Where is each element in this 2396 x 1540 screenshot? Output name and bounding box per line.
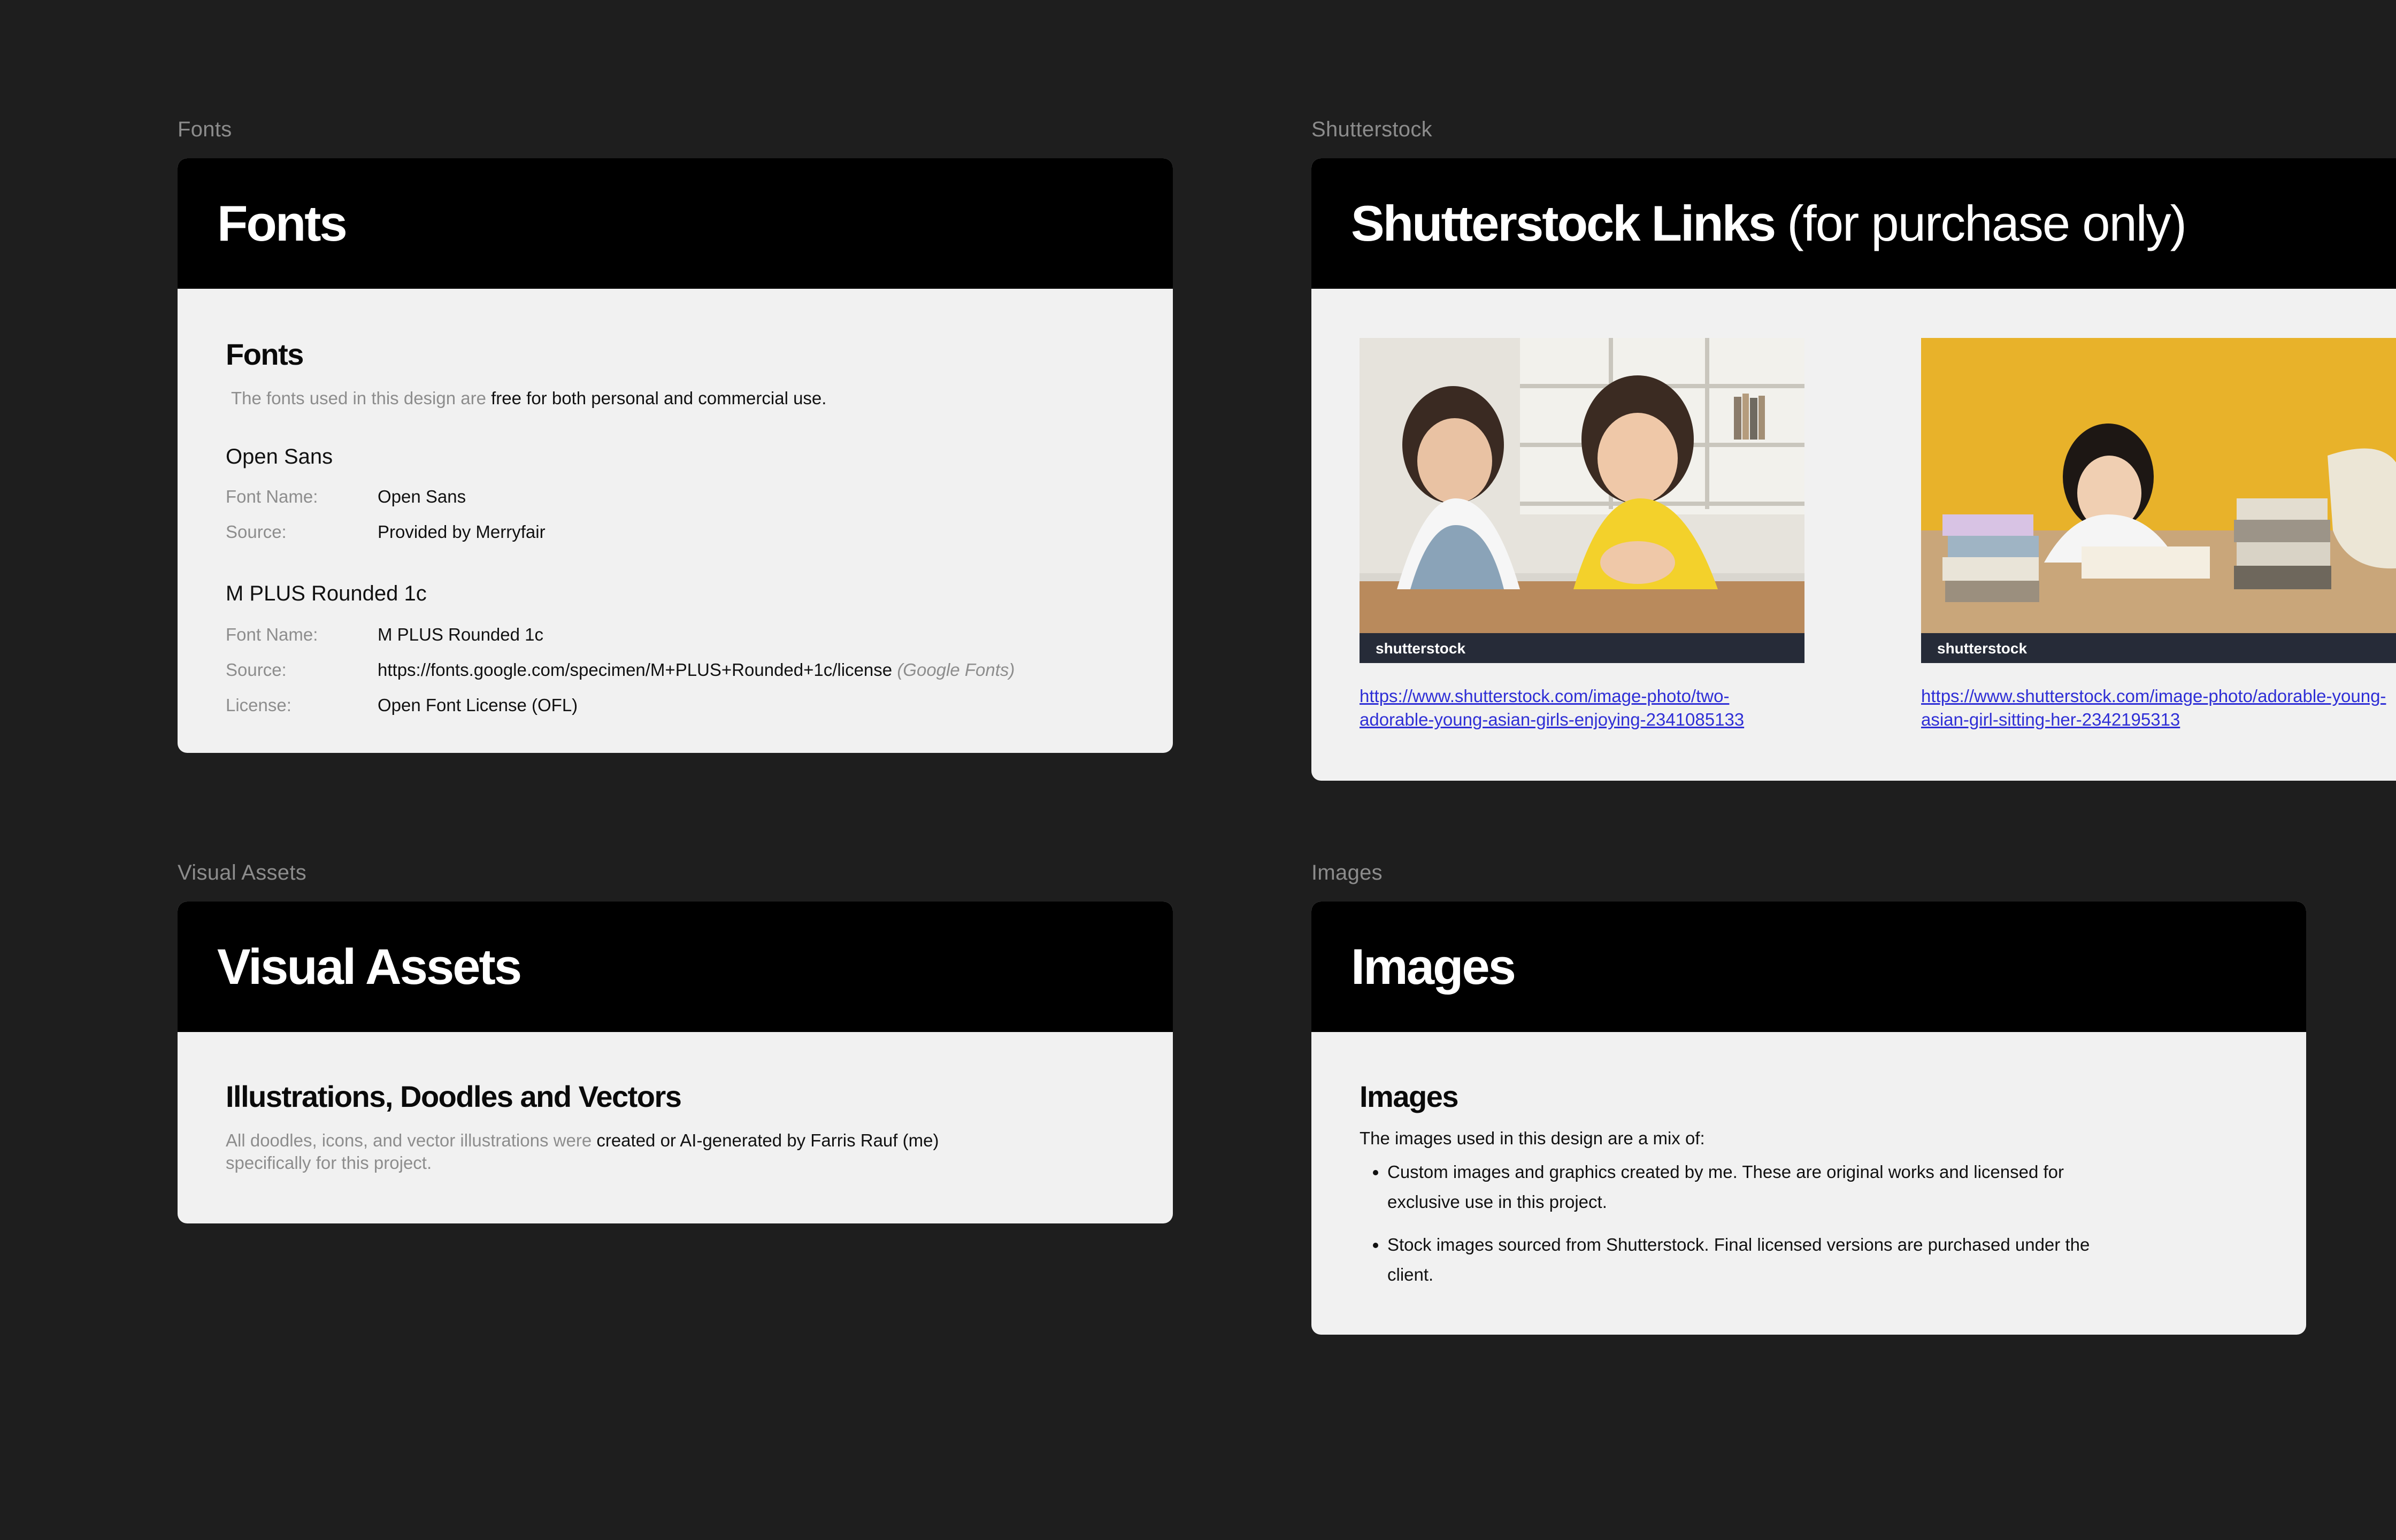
font-mplus-license-key: License: xyxy=(226,695,291,715)
photo-girl-sitting-illustration: shutterstock xyxy=(1921,338,2396,663)
font-mplus-source-value[interactable]: https://fonts.google.com/specimen/M+PLUS… xyxy=(378,660,1015,680)
stock-photo-girl-sitting[interactable]: shutterstock xyxy=(1921,338,2396,663)
font-mplus-name-value: M PLUS Rounded 1c xyxy=(378,625,544,644)
visual-assets-card-header: Visual Assets xyxy=(178,902,1173,1032)
stock-link-two-girls-line2[interactable]: adorable-young-asian-girls-enjoying-2341… xyxy=(1360,708,1744,732)
fonts-intro: The fonts used in this design are free f… xyxy=(231,388,827,408)
shutterstock-card-header: Shutterstock Links (for purchase only) xyxy=(1311,158,2396,289)
font-mplus-name-key: Font Name: xyxy=(226,625,318,644)
visual-assets-text: All doodles, icons, and vector illustrat… xyxy=(226,1130,939,1173)
images-heading: Images xyxy=(1360,1080,1459,1113)
font-open-sans-name-value: Open Sans xyxy=(378,487,466,506)
frame-label-fonts[interactable]: Fonts xyxy=(178,118,232,142)
font-open-sans-source-value: Provided by Merryfair xyxy=(378,522,546,542)
images-intro: The images used in this design are a mix… xyxy=(1360,1128,1705,1148)
photo1-brand: shutterstock xyxy=(1376,640,1465,657)
visual-assets-card-title: Visual Assets xyxy=(217,938,522,995)
images-bullet-custom: Custom images and graphics created by me… xyxy=(1387,1157,2099,1217)
stock-link-girl-sitting-line2[interactable]: asian-girl-sitting-her-2342195313 xyxy=(1921,708,2180,732)
font-mplus-license-value: Open Font License (OFL) xyxy=(378,695,578,715)
photo-two-girls-illustration: shutterstock xyxy=(1360,338,1804,663)
stock-link-two-girls-line1[interactable]: https://www.shutterstock.com/image-photo… xyxy=(1360,684,1729,708)
shutterstock-card: Shutterstock Links (for purchase only) s… xyxy=(1311,158,2396,781)
images-card-body: Images The images used in this design ar… xyxy=(1311,1032,2306,1335)
fonts-card-title: Fonts xyxy=(217,195,348,251)
font-open-sans-source-key: Source: xyxy=(226,522,287,542)
font-mplus-heading: M PLUS Rounded 1c xyxy=(226,582,427,605)
frame-label-images[interactable]: Images xyxy=(1311,861,1383,885)
visual-assets-heading: Illustrations, Doodles and Vectors xyxy=(226,1080,682,1113)
fonts-card-header: Fonts xyxy=(178,158,1173,289)
font-mplus-source-key: Source: xyxy=(226,660,287,680)
fonts-heading: Fonts xyxy=(226,337,304,371)
shutterstock-card-body: shutterstock https://www.shutterstock.co… xyxy=(1311,289,2396,781)
visual-assets-card: Visual Assets Illustrations, Doodles and… xyxy=(178,902,1173,1223)
stock-photo-two-girls[interactable]: shutterstock xyxy=(1360,338,1804,663)
shutterstock-card-title: Shutterstock Links (for purchase only) xyxy=(1351,195,2187,251)
fonts-card: Fonts Fonts The fonts used in this desig… xyxy=(178,158,1173,753)
images-bullet-stock: Stock images sourced from Shutterstock. … xyxy=(1387,1230,2099,1290)
font-open-sans-name-key: Font Name: xyxy=(226,487,318,506)
stock-link-girl-sitting-line1[interactable]: https://www.shutterstock.com/image-photo… xyxy=(1921,684,2386,708)
frame-label-visual-assets[interactable]: Visual Assets xyxy=(178,861,306,885)
frame-label-shutterstock[interactable]: Shutterstock xyxy=(1311,118,1432,142)
images-card-title: Images xyxy=(1351,938,1516,995)
images-card-header: Images xyxy=(1311,902,2306,1032)
images-bullet-list: Custom images and graphics created by me… xyxy=(1360,1157,2099,1303)
visual-assets-card-body: Illustrations, Doodles and Vectors All d… xyxy=(178,1032,1173,1223)
photo2-brand: shutterstock xyxy=(1937,640,2027,657)
fonts-card-body: Fonts The fonts used in this design are … xyxy=(178,289,1173,753)
font-open-sans-heading: Open Sans xyxy=(226,445,333,468)
images-card: Images Images The images used in this de… xyxy=(1311,902,2306,1335)
